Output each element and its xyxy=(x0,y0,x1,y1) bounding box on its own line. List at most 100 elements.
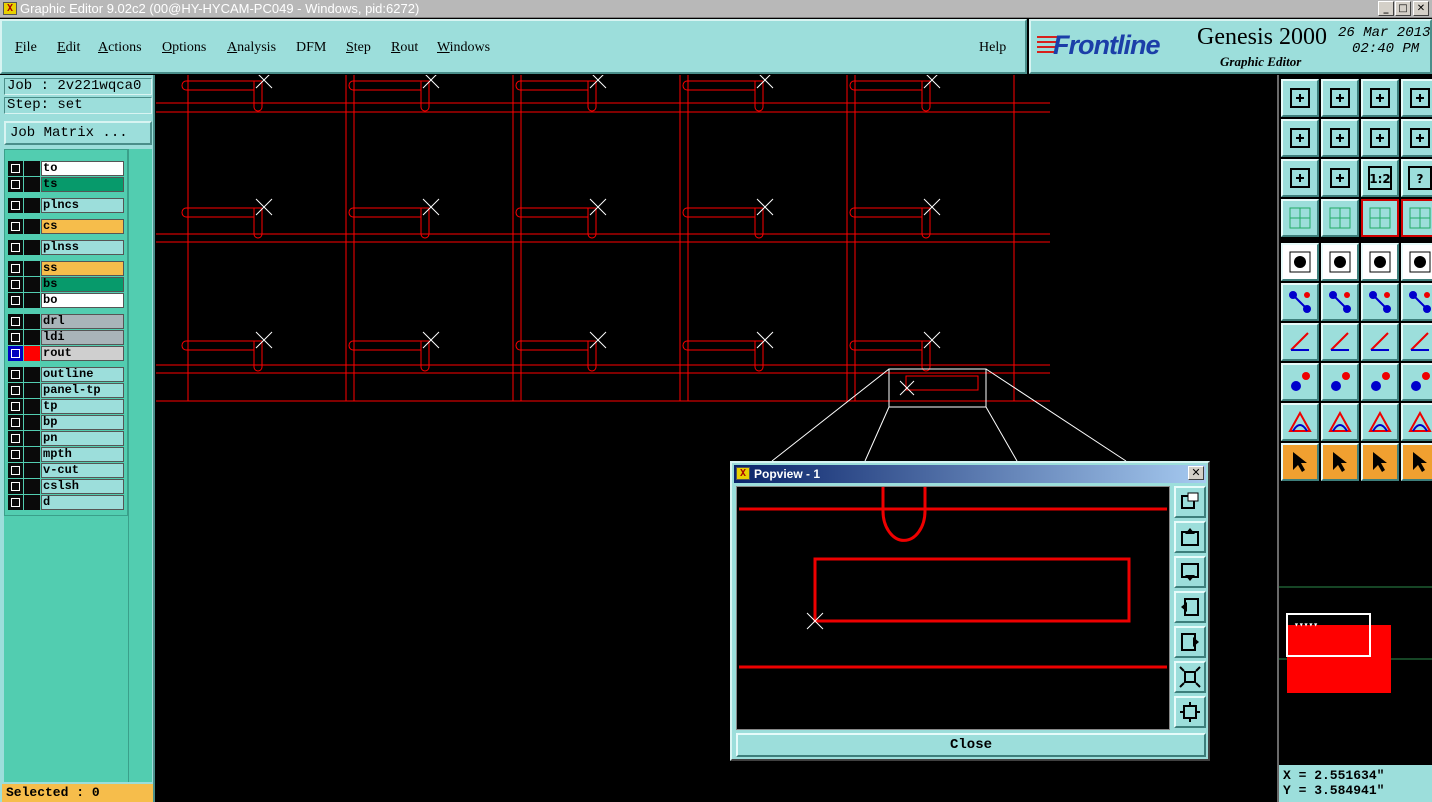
layer-row-bp[interactable]: bp xyxy=(8,415,124,430)
move-point-tool-button[interactable] xyxy=(1361,283,1399,321)
open-job-tool-button[interactable] xyxy=(1281,79,1319,117)
popview-zoom-out-button[interactable] xyxy=(1174,661,1206,693)
menu-dfm[interactable]: DFM xyxy=(296,40,326,56)
layer-name[interactable]: bs xyxy=(41,277,124,292)
layer-row-drl[interactable]: drl xyxy=(8,314,124,329)
menu-help[interactable]: Help xyxy=(979,40,1006,56)
layer-display-color[interactable] xyxy=(24,383,40,398)
layer-name[interactable]: bp xyxy=(41,415,124,430)
close-window-button[interactable]: ✕ xyxy=(1413,1,1429,16)
pan-left-tool-button[interactable] xyxy=(1281,119,1319,157)
popview-close-button[interactable]: Close xyxy=(736,733,1206,757)
step-tool-button[interactable] xyxy=(1401,119,1432,157)
layer-checkbox[interactable] xyxy=(8,447,23,462)
layer-row-cs[interactable]: cs xyxy=(8,219,124,234)
job-matrix-button[interactable]: Job Matrix ... xyxy=(4,121,152,145)
layer-display-color[interactable] xyxy=(24,161,40,176)
zoom-fit-tool-button[interactable] xyxy=(1281,159,1319,197)
overview-canvas[interactable]: ▾▾▾▾▾ xyxy=(1279,487,1432,761)
maximize-button[interactable]: □ xyxy=(1395,1,1411,16)
layer-row-mpth[interactable]: mpth xyxy=(8,447,124,462)
layer-display-color[interactable] xyxy=(24,177,40,192)
layer-display-color[interactable] xyxy=(24,399,40,414)
layer-name[interactable]: cslsh xyxy=(41,479,124,494)
arc-3-tool-button[interactable] xyxy=(1361,403,1399,441)
layer-checkbox[interactable] xyxy=(8,479,23,494)
layer-display-color[interactable] xyxy=(24,330,40,345)
layer-display-color[interactable] xyxy=(24,240,40,255)
layer-row-ldi[interactable]: ldi xyxy=(8,330,124,345)
select-arrow-tool-button[interactable] xyxy=(1281,443,1319,481)
round-pad-tool-button[interactable] xyxy=(1401,243,1432,281)
menu-rout[interactable]: Rout xyxy=(391,40,418,56)
layer-display-color[interactable] xyxy=(24,277,40,292)
layer-name[interactable]: plncs xyxy=(41,198,124,213)
layer-row-panel-tp[interactable]: panel-tp xyxy=(8,383,124,398)
popview-pan-up-button[interactable] xyxy=(1174,521,1206,553)
split-line-tool-button[interactable] xyxy=(1321,363,1359,401)
layer-row-rout[interactable]: rout xyxy=(8,346,124,361)
connect-tool-button[interactable] xyxy=(1281,283,1319,321)
layer-row-cslsh[interactable]: cslsh xyxy=(8,479,124,494)
layer-display-color[interactable] xyxy=(24,479,40,494)
layer-checkbox[interactable] xyxy=(8,431,23,446)
delete-tool-button[interactable] xyxy=(1321,283,1359,321)
angle-tool-button[interactable] xyxy=(1281,323,1319,361)
add-dot-tool-button[interactable] xyxy=(1281,363,1319,401)
layer-checkbox[interactable] xyxy=(8,177,23,192)
minimize-button[interactable]: _ xyxy=(1378,1,1394,16)
layer-row-pn[interactable]: pn xyxy=(8,431,124,446)
layer-name[interactable]: ldi xyxy=(41,330,124,345)
layer-display-color[interactable] xyxy=(24,431,40,446)
zoom-ratio-tool-button[interactable]: 1:2 xyxy=(1361,159,1399,197)
layer-name[interactable]: cs xyxy=(41,219,124,234)
layer-toggle-2-tool-button[interactable] xyxy=(1401,199,1432,237)
select-box-tool-button[interactable] xyxy=(1321,443,1359,481)
layer-checkbox[interactable] xyxy=(8,198,23,213)
ruler-tool-button[interactable] xyxy=(1361,243,1399,281)
move-point-2-tool-button[interactable] xyxy=(1401,283,1432,321)
layer-row-bs[interactable]: bs xyxy=(8,277,124,292)
help-tool-button[interactable]: ? xyxy=(1401,159,1432,197)
layer-display-color[interactable] xyxy=(24,219,40,234)
layer-checkbox[interactable] xyxy=(8,330,23,345)
popview-zoom-fit-button[interactable] xyxy=(1174,486,1206,518)
layer-name[interactable]: to xyxy=(41,161,124,176)
layer-row-d[interactable]: d xyxy=(8,495,124,510)
layer-row-plnss[interactable]: plnss xyxy=(8,240,124,255)
layer-name[interactable]: plnss xyxy=(41,240,124,255)
layer-name[interactable]: ts xyxy=(41,177,124,192)
layer-checkbox[interactable] xyxy=(8,277,23,292)
layer-row-ts[interactable]: ts xyxy=(8,177,124,192)
layer-checkbox[interactable] xyxy=(8,346,23,361)
pan-right-tool-button[interactable] xyxy=(1321,119,1359,157)
layer-row-v-cut[interactable]: v-cut xyxy=(8,463,124,478)
layer-row-ss[interactable]: ss xyxy=(8,261,124,276)
layer-display-color[interactable] xyxy=(24,293,40,308)
split-view-tool-button[interactable] xyxy=(1401,79,1432,117)
layer-name[interactable]: panel-tp xyxy=(41,383,124,398)
arc-2-tool-button[interactable] xyxy=(1321,403,1359,441)
zoom-back-tool-button[interactable] xyxy=(1361,119,1399,157)
layer-display-color[interactable] xyxy=(24,314,40,329)
shapes-tool-button[interactable] xyxy=(1401,363,1432,401)
layer-checkbox[interactable] xyxy=(8,399,23,414)
rotate-tool-button[interactable] xyxy=(1361,323,1399,361)
menu-actions[interactable]: Actions xyxy=(98,40,142,56)
layer-name[interactable]: mpth xyxy=(41,447,124,462)
feature-tool-button[interactable] xyxy=(1401,323,1432,361)
menu-options[interactable]: Options xyxy=(162,40,206,56)
navigation-overview-map[interactable]: ▾▾▾▾▾ xyxy=(1279,487,1432,761)
layer-name[interactable]: bo xyxy=(41,293,124,308)
layer-display-color[interactable] xyxy=(24,367,40,382)
layer-name[interactable]: v-cut xyxy=(41,463,124,478)
popview-pan-left-button[interactable] xyxy=(1174,591,1206,623)
stretch-tool-button[interactable] xyxy=(1361,363,1399,401)
layer-checkbox[interactable] xyxy=(8,314,23,329)
layer-display-color[interactable] xyxy=(24,261,40,276)
popview-pan-down-button[interactable] xyxy=(1174,556,1206,588)
layer-name[interactable]: outline xyxy=(41,367,124,382)
grid-tool-button[interactable] xyxy=(1321,199,1359,237)
arc-4-tool-button[interactable] xyxy=(1401,403,1432,441)
layer-toggle-tool-button[interactable] xyxy=(1361,199,1399,237)
